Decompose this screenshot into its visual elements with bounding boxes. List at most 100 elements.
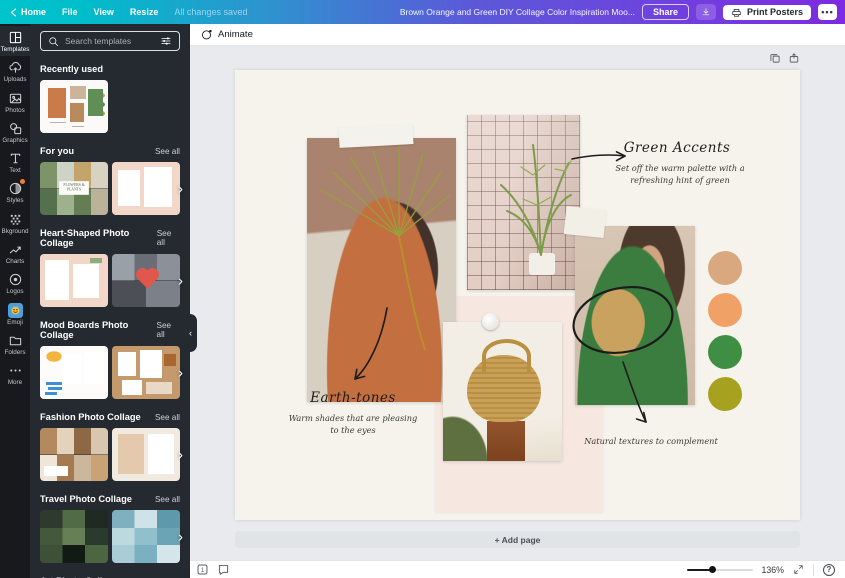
color-swatch-olive[interactable] (708, 377, 742, 411)
sidebar-item-more[interactable]: More (0, 359, 30, 389)
green-accents-title[interactable]: Green Accents (617, 140, 737, 156)
page-number: 1 (201, 567, 205, 574)
editor-toolbar: Animate (190, 24, 845, 46)
search-input[interactable] (65, 36, 154, 46)
photo-straw-basket[interactable] (443, 322, 562, 461)
fullscreen-icon[interactable] (793, 564, 804, 575)
sidebar-item-graphics[interactable]: Graphics (0, 117, 30, 147)
background-icon (8, 212, 23, 227)
home-button[interactable]: Home (10, 7, 46, 17)
filter-icon[interactable] (160, 35, 172, 47)
download-button[interactable] (696, 4, 716, 20)
section-title: Mood Boards Photo Collage (40, 320, 157, 340)
styles-icon (8, 181, 23, 196)
document-title[interactable]: Brown Orange and Green DIY Collage Color… (400, 7, 635, 17)
pin-circle[interactable] (482, 313, 499, 330)
sidebar-item-templates[interactable]: Templates (0, 26, 30, 56)
photo-palm-plant[interactable] (467, 115, 580, 290)
sidebar-item-label: Templates (1, 47, 30, 53)
zoom-level[interactable]: 136% (762, 565, 785, 575)
chevron-right-icon[interactable]: › (178, 447, 183, 462)
zoom-slider[interactable] (687, 569, 753, 571)
template-thumbnail[interactable]: FLOWERS & PLANTS (40, 162, 108, 215)
see-all-link[interactable]: See all (157, 321, 180, 339)
logos-icon (8, 272, 23, 287)
color-swatch-orange[interactable] (708, 293, 742, 327)
sidebar-item-text[interactable]: Text (0, 147, 30, 177)
sidebar-item-label: Styles (6, 198, 23, 204)
canvas-area[interactable]: Green Accents Set off the warm palette w… (190, 46, 845, 560)
thumbnail-caption: FLOWERS & PLANTS (59, 181, 89, 195)
share-button[interactable]: Share (642, 4, 689, 20)
menu-file[interactable]: File (62, 7, 78, 17)
heart-section: Heart-Shaped Photo Collage See all › (30, 228, 190, 307)
template-thumbnail[interactable] (112, 510, 180, 563)
template-thumbnail[interactable] (112, 428, 180, 481)
template-thumbnail[interactable] (40, 254, 108, 307)
animate-button[interactable]: Animate (218, 29, 253, 40)
template-thumbnail[interactable] (40, 510, 108, 563)
see-all-link[interactable]: See all (155, 147, 180, 156)
notification-dot (20, 179, 25, 184)
template-thumbnail[interactable] (112, 162, 180, 215)
color-swatch-tan[interactable] (708, 251, 742, 285)
see-all-link[interactable]: See all (155, 413, 180, 422)
template-thumbnail[interactable] (40, 346, 108, 399)
more-options-button[interactable]: ••• (818, 4, 837, 20)
heart-shape (138, 270, 156, 288)
sidebar-item-charts[interactable]: Charts (0, 238, 30, 268)
help-button[interactable]: ? (823, 564, 835, 576)
sidebar-item-background[interactable]: Bkground (0, 208, 30, 238)
chevron-left-icon: ‹ (189, 328, 192, 338)
chevron-right-icon[interactable]: › (178, 365, 183, 380)
green-accents-subtitle[interactable]: Set off the warm palette with a refreshi… (615, 162, 745, 187)
sidebar-item-label: Bkground (2, 229, 29, 235)
earth-tones-subtitle[interactable]: Warm shades that are pleasing to the eye… (288, 412, 418, 437)
add-page-button[interactable]: + Add page (235, 531, 800, 548)
sidebar-item-photos[interactable]: Photos (0, 87, 30, 117)
template-thumbnail[interactable] (40, 80, 108, 133)
back-chevron-icon (10, 8, 17, 17)
panel-collapse-handle[interactable]: ‹ (184, 314, 197, 352)
template-thumbnail[interactable] (40, 428, 108, 481)
see-all-link[interactable]: See all (155, 495, 180, 504)
see-all-link[interactable]: See all (157, 229, 180, 247)
chevron-right-icon[interactable]: › (178, 529, 183, 544)
sidebar-item-uploads[interactable]: Uploads (0, 56, 30, 86)
notes-icon[interactable] (217, 563, 230, 576)
add-page-icon-button[interactable] (788, 52, 800, 64)
natural-textures-caption[interactable]: Natural textures to complement (581, 435, 721, 447)
paper-tape[interactable] (339, 124, 414, 148)
design-page[interactable]: Green Accents Set off the warm palette w… (235, 70, 800, 520)
search-box[interactable] (40, 31, 180, 51)
section-title: Fashion Photo Collage (40, 412, 141, 422)
duplicate-page-button[interactable] (769, 52, 781, 64)
sidebar-item-label: More (8, 380, 22, 386)
zoom-slider-thumb[interactable] (709, 566, 716, 573)
menu-resize[interactable]: Resize (130, 7, 159, 17)
recently-used-section: Recently used (30, 64, 190, 133)
sidebar-item-emoji[interactable]: Emoji (0, 299, 30, 329)
chevron-right-icon[interactable]: › (178, 181, 183, 196)
status-bar: 1 136% ? (190, 560, 845, 578)
template-row: › (40, 510, 180, 563)
sidebar-item-logos[interactable]: Logos (0, 268, 30, 298)
sidebar-item-label: Graphics (2, 138, 27, 144)
print-posters-button[interactable]: Print Posters (723, 5, 811, 20)
earth-tones-title[interactable]: Earth-tones (293, 390, 413, 406)
uploads-icon (8, 60, 23, 75)
sidebar-item-label: Photos (5, 108, 25, 114)
color-swatch-green[interactable] (708, 335, 742, 369)
template-thumbnail[interactable] (112, 346, 180, 399)
sidebar-item-styles[interactable]: Styles (0, 177, 30, 207)
sidebar-item-folders[interactable]: Folders (0, 329, 30, 359)
photo-woman-palm-leaf[interactable] (307, 138, 456, 402)
pages-icon[interactable]: 1 (196, 563, 209, 576)
template-thumbnail[interactable] (112, 254, 180, 307)
photo-woman-green-top[interactable] (575, 226, 695, 405)
graphics-icon (8, 121, 23, 136)
add-page-icon (788, 52, 800, 64)
chevron-right-icon[interactable]: › (178, 273, 183, 288)
menu-view[interactable]: View (94, 7, 114, 17)
paper-scrap[interactable] (564, 206, 607, 238)
